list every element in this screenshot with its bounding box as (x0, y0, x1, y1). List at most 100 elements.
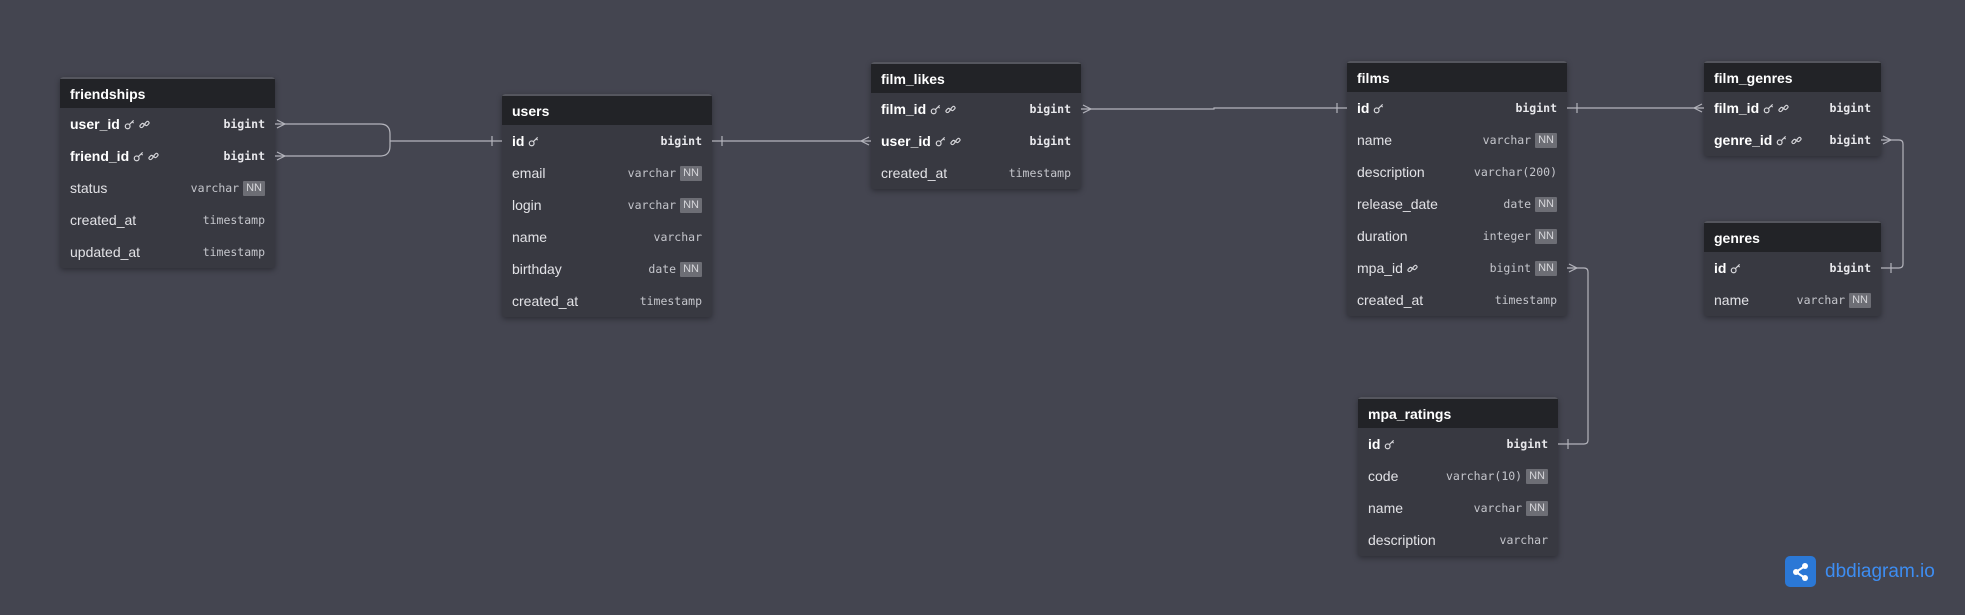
table-friendships[interactable]: friendships user_id bigint friend_id bigint s… (60, 77, 275, 268)
field-type: varchar (653, 230, 702, 244)
link-icon (139, 119, 150, 130)
not-null-badge: NN (1535, 196, 1557, 212)
field-name: birthday (512, 261, 562, 277)
field-type: varchar (1499, 533, 1548, 547)
field-name: id (1714, 260, 1741, 276)
field-name-text: created_at (70, 212, 137, 228)
link-icon (950, 136, 961, 147)
key-icon (935, 136, 946, 147)
brand-logo[interactable]: dbdiagram.io (1785, 556, 1935, 587)
field-row[interactable]: id bigint (502, 125, 712, 157)
field-type: date (1503, 197, 1532, 211)
field-row[interactable]: name varchar (502, 221, 712, 253)
table-films[interactable]: films id bigint name varchar NN description var… (1347, 61, 1567, 316)
field-name-text: user_id (881, 133, 931, 149)
field-type: bigint (223, 149, 265, 163)
field-row[interactable]: email varchar NN (502, 157, 712, 189)
field-row[interactable]: duration integer NN (1347, 220, 1567, 252)
field-row[interactable]: id bigint (1358, 428, 1558, 460)
field-row[interactable]: created_at timestamp (871, 157, 1081, 189)
field-name: user_id (881, 133, 961, 149)
field-row[interactable]: film_id bigint (871, 93, 1081, 125)
field-row[interactable]: birthday date NN (502, 253, 712, 285)
not-null-badge: NN (680, 261, 702, 277)
field-name: code (1368, 468, 1398, 484)
field-type: bigint (1829, 101, 1871, 115)
field-name: name (512, 229, 547, 245)
field-name-text: user_id (70, 116, 120, 132)
field-row[interactable]: user_id bigint (60, 108, 275, 140)
field-type: varchar (1482, 133, 1532, 147)
table-header[interactable]: friendships (60, 77, 275, 108)
field-row[interactable]: id bigint (1704, 252, 1881, 284)
field-row[interactable]: name varchar NN (1358, 492, 1558, 524)
field-name: updated_at (70, 244, 140, 260)
field-name: name (1368, 500, 1403, 516)
field-name-text: name (1357, 132, 1393, 148)
field-row[interactable]: created_at timestamp (1347, 284, 1567, 316)
table-header[interactable]: film_likes (871, 62, 1081, 93)
table-film_genres[interactable]: film_genres film_id bigint genre_id bigint (1704, 61, 1881, 156)
field-name: genre_id (1714, 132, 1802, 148)
field-name-text: description (1368, 532, 1436, 548)
field-type: timestamp (202, 245, 265, 259)
field-row[interactable]: friend_id bigint (60, 140, 275, 172)
not-null-badge: NN (1535, 228, 1557, 244)
field-row[interactable]: mpa_id bigint NN (1347, 252, 1567, 284)
field-row[interactable]: status varchar NN (60, 172, 275, 204)
field-row[interactable]: genre_id bigint (1704, 124, 1881, 156)
not-null-badge: NN (1849, 292, 1871, 308)
table-users[interactable]: users id bigint email varchar NN login varchar N… (502, 94, 712, 317)
field-type: bigint (1829, 261, 1871, 275)
not-null-badge: NN (1526, 468, 1548, 484)
field-row[interactable]: film_id bigint (1704, 92, 1881, 124)
field-name-text: name (512, 229, 548, 245)
key-icon (1384, 439, 1395, 450)
field-name: login (512, 197, 542, 213)
field-name-text: id (1714, 260, 1727, 276)
field-row[interactable]: created_at timestamp (502, 285, 712, 317)
field-row[interactable]: release_date date NN (1347, 188, 1567, 220)
field-row[interactable]: name varchar NN (1347, 124, 1567, 156)
key-icon (1373, 103, 1384, 114)
field-row[interactable]: user_id bigint (871, 125, 1081, 157)
table-header[interactable]: film_genres (1704, 61, 1881, 92)
field-name: friend_id (70, 148, 159, 164)
field-row[interactable]: id bigint (1347, 92, 1567, 124)
field-name-text: genre_id (1714, 132, 1773, 148)
table-mpa_ratings[interactable]: mpa_ratings id bigint code varchar(10) NN name… (1358, 397, 1558, 556)
share-icon (1785, 556, 1816, 587)
field-type: bigint (1029, 102, 1071, 116)
field-row[interactable]: login varchar NN (502, 189, 712, 221)
field-name: created_at (512, 293, 578, 309)
table-header[interactable]: films (1347, 61, 1567, 92)
table-genres[interactable]: genres id bigint name varchar NN (1704, 221, 1881, 316)
field-name-text: description (1357, 164, 1425, 180)
field-type: timestamp (202, 213, 265, 227)
field-type: bigint (1515, 101, 1557, 115)
key-icon (528, 136, 539, 147)
field-row[interactable]: code varchar(10) NN (1358, 460, 1558, 492)
key-icon (1730, 263, 1741, 274)
link-icon (148, 151, 159, 162)
field-row[interactable]: description varchar (1358, 524, 1558, 556)
field-name: id (512, 133, 539, 149)
field-row[interactable]: description varchar(200) (1347, 156, 1567, 188)
field-name-text: mpa_id (1357, 260, 1403, 276)
field-name: user_id (70, 116, 150, 132)
field-row[interactable]: name varchar NN (1704, 284, 1881, 316)
table-header[interactable]: users (502, 94, 712, 125)
field-name-text: code (1368, 468, 1399, 484)
field-name-text: film_id (881, 101, 927, 117)
table-film_likes[interactable]: film_likes film_id bigint user_id bigint crea… (871, 62, 1081, 189)
field-type: bigint (1829, 133, 1871, 147)
field-name-text: created_at (512, 293, 579, 309)
field-name-text: id (1368, 436, 1381, 452)
table-header[interactable]: genres (1704, 221, 1881, 252)
diagram-canvas[interactable]: friendships user_id bigint friend_id bigint s… (0, 0, 1965, 615)
field-name: release_date (1357, 196, 1438, 212)
table-header[interactable]: mpa_ratings (1358, 397, 1558, 428)
field-row[interactable]: created_at timestamp (60, 204, 275, 236)
field-name-text: created_at (1357, 292, 1424, 308)
field-row[interactable]: updated_at timestamp (60, 236, 275, 268)
